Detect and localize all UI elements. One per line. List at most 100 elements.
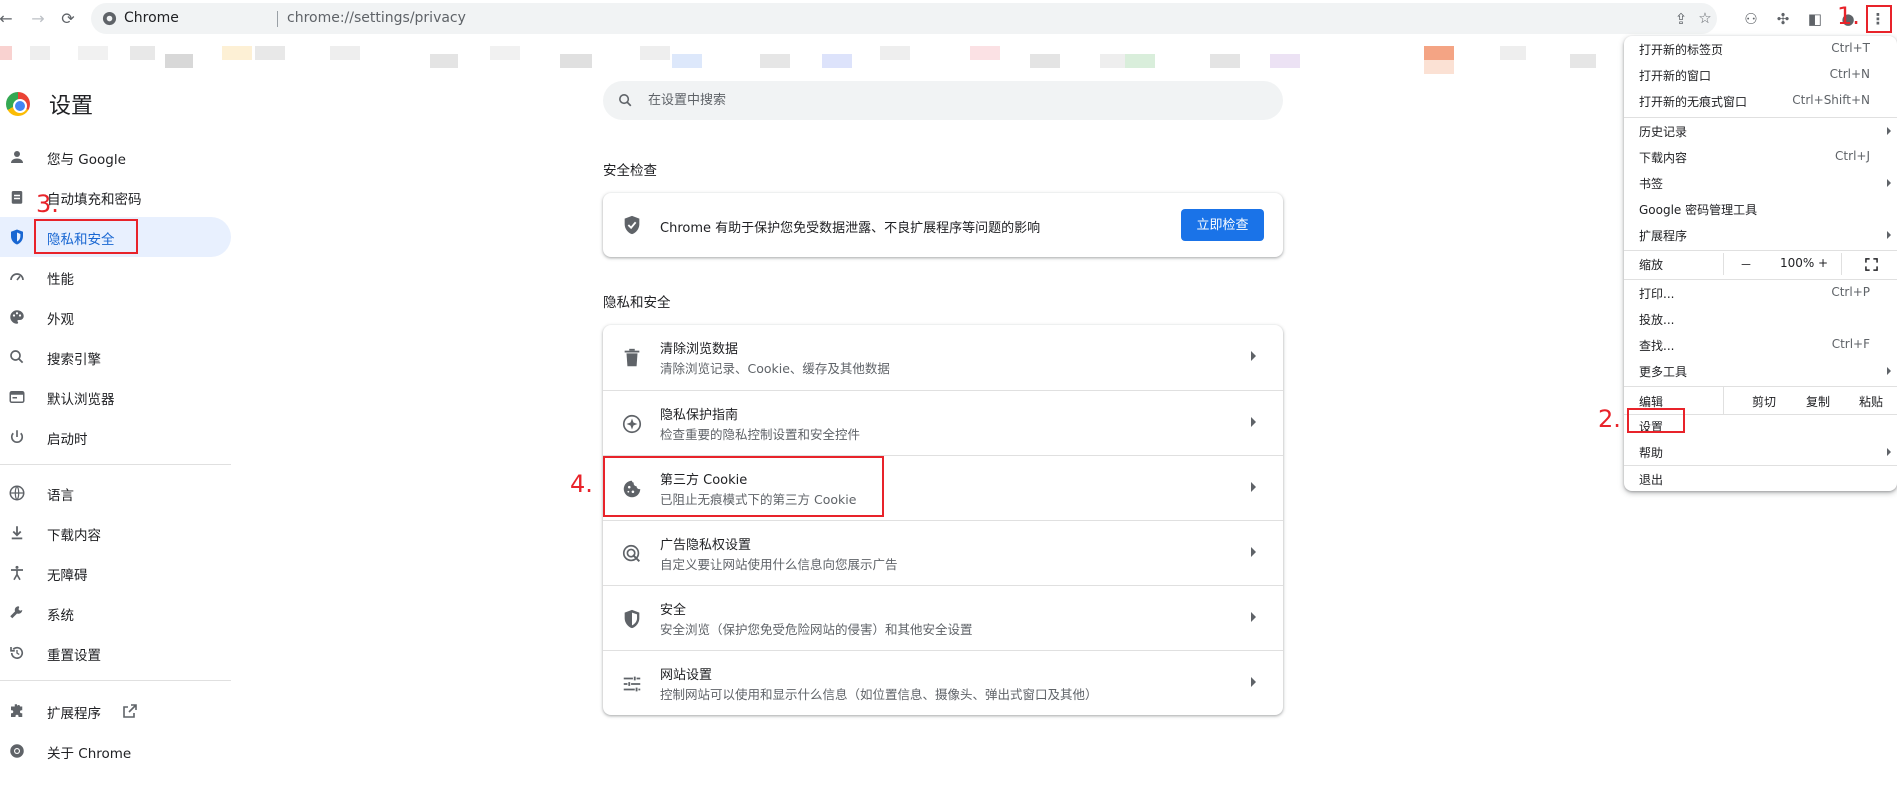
menu-item-exit[interactable]: 退出 <box>1624 466 1897 492</box>
zoom-out-button[interactable]: － <box>1740 256 1752 273</box>
url-text[interactable]: chrome://settings/privacy <box>287 10 466 26</box>
menu-item-help[interactable]: 帮助 <box>1624 439 1897 465</box>
menu-item-label: 扩展程序 <box>1639 229 1688 243</box>
menu-item-label: 更多工具 <box>1639 365 1688 379</box>
sidebar-item-downloads[interactable]: 下载内容 <box>0 513 231 553</box>
settings-search[interactable] <box>603 81 1283 120</box>
menu-item-more-tools[interactable]: 更多工具 <box>1624 358 1897 384</box>
row-title: 广告隐私权设置 <box>660 538 752 553</box>
chevron-right-icon <box>1251 677 1256 687</box>
submenu-arrow-icon <box>1887 231 1891 239</box>
sidebar-item-label: 无障碍 <box>47 568 88 584</box>
sidebar-item-search-engine[interactable]: 搜索引擎 <box>0 337 231 377</box>
row-title: 网站设置 <box>660 668 713 683</box>
sidebar-item-default-browser[interactable]: 默认浏览器 <box>0 377 231 417</box>
sidebar-item-system[interactable]: 系统 <box>0 593 231 633</box>
shield-check-icon <box>624 215 640 235</box>
row-security[interactable]: 安全 安全浏览（保护您免受危险网站的侵害）和其他安全设置 <box>603 585 1283 650</box>
reload-icon[interactable]: ⟳ <box>58 9 78 29</box>
row-subtitle: 安全浏览（保护您免受危险网站的侵害）和其他安全设置 <box>660 622 973 637</box>
menu-item-downloads[interactable]: 下载内容 Ctrl+J <box>1624 144 1897 170</box>
bookmark-star-icon[interactable]: ☆ <box>1695 8 1715 28</box>
privacy-card: 清除浏览数据 清除浏览记录、Cookie、缓存及其他数据 隐私保护指南 检查重要… <box>603 325 1283 715</box>
row-privacy-guide[interactable]: 隐私保护指南 检查重要的隐私控制设置和安全控件 <box>603 390 1283 455</box>
sidebar-item-label: 启动时 <box>47 432 88 448</box>
robot-icon[interactable]: ⚇ <box>1741 9 1761 29</box>
sidebar-item-appearance[interactable]: 外观 <box>0 297 231 337</box>
row-subtitle: 控制网站可以使用和显示什么信息（如位置信息、摄像头、弹出式窗口及其他） <box>660 687 1098 702</box>
sidebar-item-label: 默认浏览器 <box>47 392 115 408</box>
extensions-icon[interactable]: ✣ <box>1773 9 1793 29</box>
copy-button[interactable]: 复制 <box>1806 393 1830 410</box>
search-input[interactable] <box>648 90 1248 110</box>
sidebar-item-label: 语言 <box>47 488 74 504</box>
side-panel-icon[interactable]: ◧ <box>1805 9 1825 29</box>
sidebar-item-label: 系统 <box>47 608 74 624</box>
sidebar-item-languages[interactable]: 语言 <box>0 473 231 513</box>
chevron-right-icon <box>1251 351 1256 361</box>
sidebar-item-about[interactable]: 关于 Chrome <box>0 731 231 771</box>
sidebar-item-label: 外观 <box>47 312 74 328</box>
menu-item-new-window[interactable]: 打开新的窗口 Ctrl+N <box>1624 62 1897 88</box>
submenu-arrow-icon <box>1887 127 1891 135</box>
sidebar-item-extensions[interactable]: 扩展程序 <box>0 691 231 731</box>
paste-button[interactable]: 粘贴 <box>1859 393 1883 410</box>
row-ad-privacy[interactable]: 广告隐私权设置 自定义要让网站使用什么信息向您展示广告 <box>603 520 1283 585</box>
chevron-right-icon <box>1251 612 1256 622</box>
menu-item-shortcut: Ctrl+Shift+N <box>1792 93 1870 107</box>
zoom-in-button[interactable]: + <box>1818 256 1828 270</box>
annotation-step-1: 1. <box>1837 2 1860 30</box>
globe-icon <box>9 485 25 501</box>
chrome-site-icon <box>102 11 117 26</box>
menu-item-extensions[interactable]: 扩展程序 <box>1624 222 1897 248</box>
sidebar-item-on-startup[interactable]: 启动时 <box>0 417 231 457</box>
menu-item-new-tab[interactable]: 打开新的标签页 Ctrl+T <box>1624 36 1897 62</box>
sidebar-divider <box>0 680 231 681</box>
sidebar-item-performance[interactable]: 性能 <box>0 257 231 297</box>
accessibility-icon <box>11 565 23 581</box>
row-clear-browsing-data[interactable]: 清除浏览数据 清除浏览记录、Cookie、缓存及其他数据 <box>603 325 1283 390</box>
back-icon[interactable]: ← <box>0 9 16 29</box>
annotation-step-2: 2. <box>1598 405 1621 433</box>
menu-item-shortcut: Ctrl+T <box>1831 41 1870 55</box>
menu-item-password-manager[interactable]: Google 密码管理工具 <box>1624 196 1897 222</box>
share-icon[interactable]: ⇪ <box>1671 9 1691 29</box>
sidebar-item-reset[interactable]: 重置设置 <box>0 633 231 673</box>
clipboard-icon <box>11 191 23 204</box>
power-icon <box>10 430 24 443</box>
zoom-divider <box>1841 253 1842 275</box>
menu-item-cast[interactable]: 投放... <box>1624 306 1897 332</box>
sidebar-item-you-and-google[interactable]: 您与 Google <box>0 137 231 177</box>
forward-icon[interactable]: → <box>28 9 48 29</box>
address-bar[interactable]: Chrome chrome://settings/privacy ⇪ ☆ <box>91 3 1717 34</box>
search-icon <box>10 350 24 364</box>
compass-icon <box>622 414 642 434</box>
menu-item-bookmarks[interactable]: 书签 <box>1624 170 1897 196</box>
fullscreen-icon[interactable] <box>1865 258 1878 271</box>
sidebar-item-autofill[interactable]: 自动填充和密码 <box>0 177 231 217</box>
menu-item-history[interactable]: 历史记录 <box>1624 118 1897 144</box>
menu-item-print[interactable]: 打印... Ctrl+P <box>1624 280 1897 306</box>
row-site-settings[interactable]: 网站设置 控制网站可以使用和显示什么信息（如位置信息、摄像头、弹出式窗口及其他） <box>603 650 1283 715</box>
menu-item-label: 书签 <box>1639 177 1664 191</box>
bookmarks-bar <box>0 46 1620 74</box>
submenu-arrow-icon <box>1887 367 1891 375</box>
annotation-box-settings <box>1627 408 1685 433</box>
sidebar-item-accessibility[interactable]: 无障碍 <box>0 553 231 593</box>
menu-item-new-incognito[interactable]: 打开新的无痕式窗口 Ctrl+Shift+N <box>1624 88 1897 114</box>
ads-privacy-icon <box>622 544 641 563</box>
menu-item-find[interactable]: 查找... Ctrl+F <box>1624 332 1897 358</box>
annotation-step-3: 3. <box>36 190 59 218</box>
sidebar-item-label: 自动填充和密码 <box>47 192 142 208</box>
submenu-arrow-icon <box>1887 179 1891 187</box>
cut-button[interactable]: 剪切 <box>1752 393 1776 410</box>
row-title: 安全 <box>660 603 687 618</box>
menu-item-label: 退出 <box>1639 473 1664 487</box>
menu-item-label: 打开新的标签页 <box>1639 43 1724 57</box>
browser-toolbar: ← → ⟳ Chrome chrome://settings/privacy ⇪… <box>0 0 1897 38</box>
check-now-button[interactable]: 立即检查 <box>1181 209 1264 241</box>
row-title: 清除浏览数据 <box>660 342 739 357</box>
row-title: 隐私保护指南 <box>660 408 739 423</box>
menu-item-label: Google 密码管理工具 <box>1639 203 1758 217</box>
site-name: Chrome <box>124 10 179 26</box>
